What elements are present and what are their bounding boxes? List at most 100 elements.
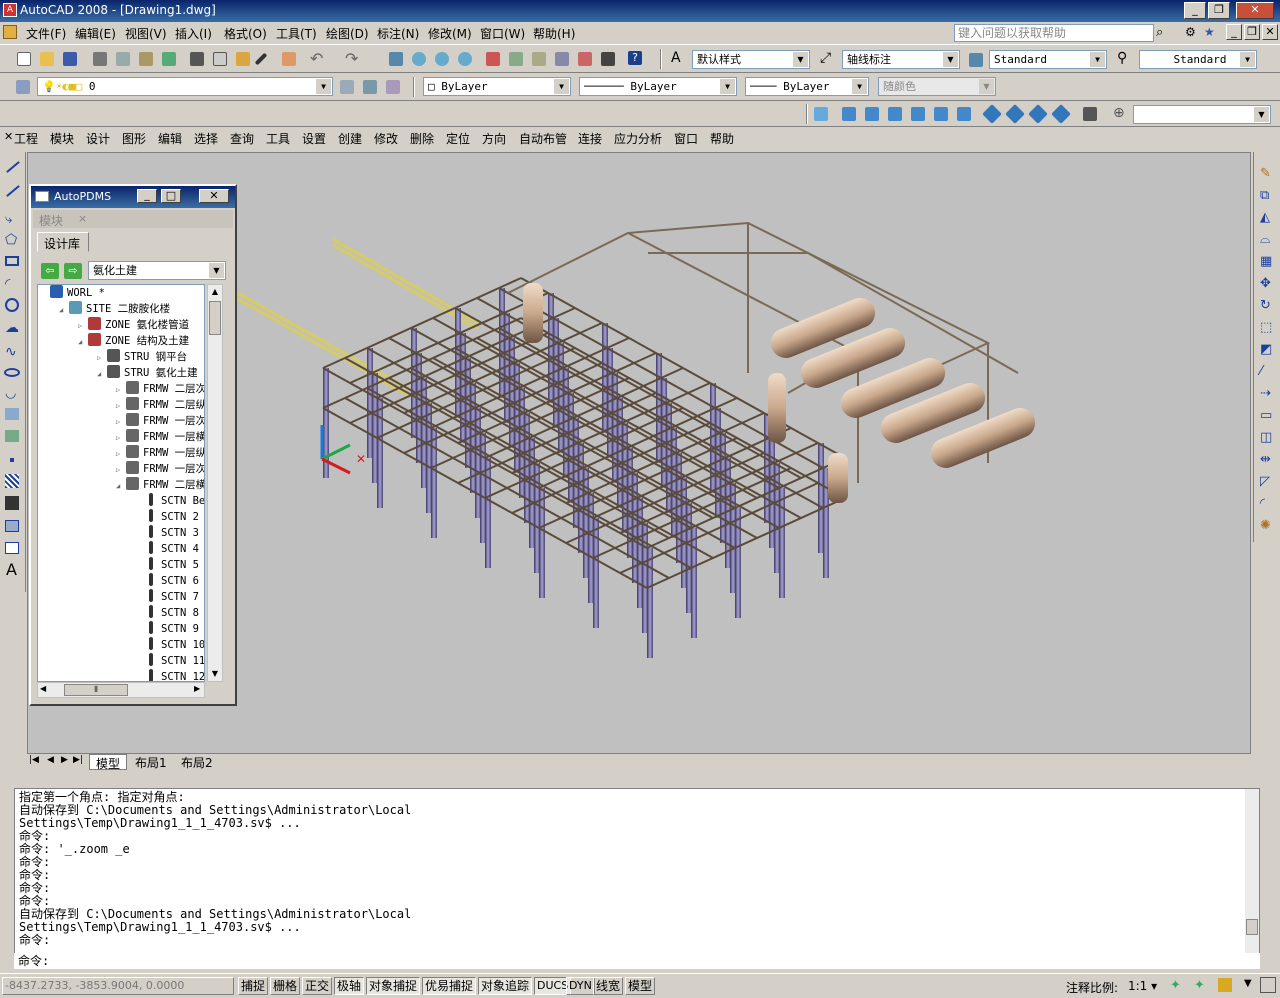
print-icon[interactable] bbox=[93, 52, 107, 66]
text-style-icon[interactable]: A bbox=[671, 50, 681, 66]
layer-previous-icon[interactable] bbox=[363, 80, 377, 94]
tree-expander-icon[interactable]: ▷ bbox=[116, 446, 126, 462]
polygon-icon[interactable]: ⬠ bbox=[5, 232, 17, 248]
right-view-icon[interactable] bbox=[911, 107, 925, 121]
pdms-menu-position[interactable]: 定位 bbox=[446, 130, 470, 147]
table-style-select[interactable]: Standard ▼ bbox=[989, 50, 1107, 69]
tree-node[interactable]: ▷ FRMW 二层纵梁 bbox=[116, 397, 204, 413]
ne-iso-icon[interactable] bbox=[1028, 104, 1048, 124]
construction-line-icon[interactable] bbox=[6, 185, 20, 197]
doc-restore-button[interactable]: ❐ bbox=[1244, 24, 1260, 40]
pdms-menu-module[interactable]: 模块 bbox=[50, 130, 74, 147]
pdms-menu-settings[interactable]: 设置 bbox=[302, 130, 326, 147]
autopdms-title-bar[interactable]: AutoPDMS _ □ ✕ bbox=[31, 186, 235, 208]
markup-icon[interactable] bbox=[578, 52, 592, 66]
save-icon[interactable] bbox=[63, 52, 77, 66]
favorites-icon[interactable]: ★ bbox=[1204, 25, 1215, 39]
join-icon[interactable]: ⇹ bbox=[1260, 452, 1271, 467]
arc-icon[interactable]: ◜ bbox=[5, 276, 10, 292]
search-icon[interactable]: ⌕ bbox=[1156, 25, 1163, 40]
table-style-icon[interactable] bbox=[969, 53, 983, 67]
scale-icon[interactable]: ⬚ bbox=[1260, 320, 1272, 335]
menu-modify[interactable]: 修改(M) bbox=[428, 25, 472, 42]
view-select[interactable]: ▼ bbox=[1133, 105, 1271, 124]
undo-icon[interactable]: ↶ bbox=[310, 49, 323, 68]
pdms-menu-delete[interactable]: 删除 bbox=[410, 130, 434, 147]
panel-minimize-button[interactable]: _ bbox=[137, 189, 157, 203]
scroll-left-icon[interactable]: ◀ bbox=[40, 684, 46, 693]
mirror-icon[interactable]: ◭ bbox=[1260, 210, 1270, 225]
tree-node[interactable]: ◢ ZONE 结构及土建 bbox=[78, 333, 189, 349]
make-current-icon[interactable] bbox=[340, 80, 354, 94]
menu-format[interactable]: 格式(O) bbox=[224, 25, 267, 42]
forward-arrow-icon[interactable]: ⇨ bbox=[64, 263, 82, 279]
tree-node[interactable]: SCTN 10 bbox=[135, 637, 204, 653]
bottom-view-icon[interactable] bbox=[865, 107, 879, 121]
match-properties-icon[interactable] bbox=[254, 52, 268, 66]
module-tab-close[interactable]: × bbox=[78, 212, 87, 225]
ellipse-arc-icon[interactable]: ◡ bbox=[5, 386, 16, 401]
lock-icon[interactable] bbox=[1218, 978, 1232, 992]
mleader-style-select[interactable]: Standard ▼ bbox=[1139, 50, 1257, 69]
zoom-previous-icon[interactable] bbox=[458, 52, 472, 66]
pdms-menu-help[interactable]: 帮助 bbox=[710, 130, 734, 147]
tree-node[interactable]: ▷ FRMW 二层次梁 bbox=[116, 381, 204, 398]
rectangle-icon[interactable] bbox=[5, 256, 19, 266]
fillet-icon[interactable]: ◜ bbox=[1260, 496, 1265, 511]
insert-block-icon[interactable] bbox=[5, 408, 19, 420]
status-menu-icon[interactable]: ▼ bbox=[1244, 978, 1252, 989]
extend-icon[interactable]: ⇢ bbox=[1260, 386, 1271, 401]
tree-expander-icon[interactable]: ◢ bbox=[97, 366, 107, 382]
menu-tools[interactable]: 工具(T) bbox=[276, 25, 317, 42]
tab-model[interactable]: 模型 bbox=[89, 754, 128, 771]
properties-icon[interactable] bbox=[486, 52, 500, 66]
dim-style-icon[interactable]: ⤢ bbox=[820, 50, 831, 66]
tree-node[interactable]: SCTN 9 bbox=[135, 621, 199, 637]
open-icon[interactable] bbox=[40, 52, 54, 66]
top-view-icon[interactable] bbox=[842, 107, 856, 121]
tree-node[interactable]: SCTN 6 bbox=[135, 573, 199, 589]
pdms-menu-design[interactable]: 设计 bbox=[86, 130, 110, 147]
menu-edit[interactable]: 编辑(E) bbox=[75, 25, 116, 42]
autocad-app-icon[interactable]: A bbox=[3, 3, 17, 17]
zoom-window-icon[interactable] bbox=[435, 52, 449, 66]
ellipse-icon[interactable] bbox=[4, 368, 20, 377]
tree-node[interactable]: ▷ FRMW 一层次梁 bbox=[116, 413, 204, 429]
back-arrow-icon[interactable]: ⇦ bbox=[41, 263, 59, 279]
make-block-icon[interactable] bbox=[5, 430, 19, 442]
scroll-thumb[interactable] bbox=[209, 301, 221, 335]
tree-node[interactable]: WORL * bbox=[40, 285, 105, 301]
pdms-menu-stress[interactable]: 应力分析 bbox=[614, 130, 662, 147]
command-scrollbar[interactable] bbox=[1245, 789, 1259, 955]
pdms-menu-auto-routing[interactable]: 自动布管 bbox=[519, 130, 567, 147]
pdms-menu-project[interactable]: 工程 bbox=[14, 130, 38, 147]
revision-cloud-icon[interactable]: ☁ bbox=[5, 320, 19, 336]
sheet-set-icon[interactable] bbox=[555, 52, 569, 66]
menu-insert[interactable]: 插入(I) bbox=[175, 25, 212, 42]
pdms-menu-modify[interactable]: 修改 bbox=[374, 130, 398, 147]
pdms-menu-tools[interactable]: 工具 bbox=[266, 130, 290, 147]
tree-expander-icon[interactable]: ▷ bbox=[116, 382, 126, 398]
array-icon[interactable]: ▦ bbox=[1260, 254, 1272, 269]
pdms-menu-orientation[interactable]: 方向 bbox=[482, 130, 506, 147]
pdms-menu-query[interactable]: 查询 bbox=[230, 130, 254, 147]
multiline-text-icon[interactable]: A bbox=[6, 560, 17, 579]
named-views-icon[interactable] bbox=[814, 107, 828, 121]
help-icon[interactable]: ? bbox=[628, 51, 642, 65]
layer-select[interactable]: 💡☀◐■□ 0 ▼ bbox=[37, 77, 333, 96]
tree-node[interactable]: SCTN 7 bbox=[135, 589, 199, 605]
gradient-icon[interactable] bbox=[5, 496, 19, 510]
publish-icon[interactable] bbox=[139, 52, 153, 66]
tree-node[interactable]: SCTN 8 bbox=[135, 605, 199, 621]
module-tab[interactable]: 模块 bbox=[39, 212, 63, 229]
design-library-tab[interactable]: 设计库 bbox=[37, 232, 89, 252]
tree-node[interactable]: ▷ FRMW 一层纵梁 bbox=[116, 445, 204, 462]
annotation-scale-select[interactable]: 1:1 ▾ bbox=[1128, 979, 1157, 993]
toggle-lineweight[interactable]: 线宽 bbox=[593, 977, 624, 995]
ucs-icon[interactable]: ⊕ bbox=[1113, 105, 1125, 121]
tree-node[interactable]: SCTN Beam bbox=[135, 493, 204, 509]
menu-file[interactable]: 文件(F) bbox=[26, 25, 66, 42]
tree-node[interactable]: SCTN 4 bbox=[135, 541, 199, 557]
tab-nav-last-icon[interactable]: ▶| bbox=[73, 755, 83, 765]
toggle-osnap[interactable]: 对象捕捉 bbox=[366, 977, 421, 995]
